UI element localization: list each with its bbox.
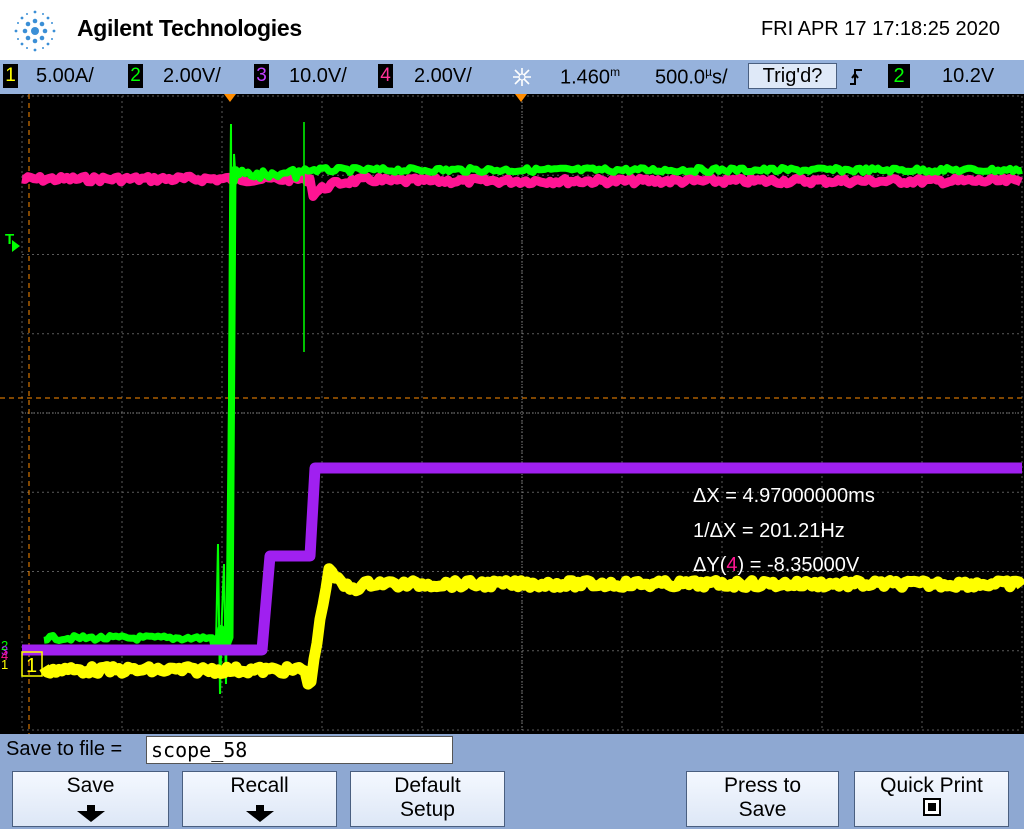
channel-2-badge[interactable]: 2 <box>128 64 143 88</box>
timebase-value: 500.0µs/ <box>655 65 728 89</box>
brand-name: Agilent Technologies <box>77 15 302 41</box>
default-setup-line2: Setup <box>400 798 455 821</box>
press-to-save-line1: Press to <box>723 774 802 797</box>
delta-y-readout: ΔY(4) = -8.35000V <box>693 554 860 576</box>
filename-field[interactable]: scope_58 <box>146 736 453 764</box>
quick-print-button[interactable]: Quick Print <box>854 771 1009 827</box>
delta-x-readout: ΔX = 4.97000000ms <box>693 485 875 507</box>
waveform-display[interactable]: T23411 ΔX = 4.97000000ms 1/ΔX = 201.21Hz… <box>0 94 1024 734</box>
agilent-logo-icon <box>14 10 56 52</box>
channel-2-scale: 2.00V/ <box>163 65 221 87</box>
recall-button[interactable]: Recall <box>182 771 337 827</box>
delay-icon <box>513 68 531 86</box>
default-setup-line1: Default <box>394 774 461 797</box>
save-button-label: Save <box>66 774 115 797</box>
press-to-save-button[interactable]: Press to Save <box>686 771 839 827</box>
channel-3-scale: 10.0V/ <box>289 65 347 87</box>
quick-print-label: Quick Print <box>880 774 983 797</box>
trigger-status-button[interactable]: Trig'd? <box>748 63 837 89</box>
waveform-canvas: T2341 1 <box>0 94 1024 734</box>
arrow-down-icon <box>76 805 105 822</box>
trigger-source-badge[interactable]: 2 <box>888 64 910 88</box>
rising-edge-icon <box>850 69 862 85</box>
oscilloscope-display: Agilent Technologies FRI APR 17 17:18:25… <box>0 0 1024 829</box>
date-time: FRI APR 17 17:18:25 2020 <box>760 18 1000 40</box>
arrow-down-icon <box>245 805 274 822</box>
channel-1-ref-marker: 1 <box>1 657 8 672</box>
status-bar: 1 5.00A/ 2 2.00V/ 3 10.0V/ 4 2.00V/ 1.46… <box>0 60 1024 94</box>
header: Agilent Technologies FRI APR 17 17:18:25… <box>0 0 1024 60</box>
channel-4-badge[interactable]: 4 <box>378 64 393 88</box>
recall-button-label: Recall <box>230 774 289 797</box>
trigger-point-marker-icon <box>224 94 236 102</box>
press-to-save-line2: Save <box>738 798 787 821</box>
channel-1-badge[interactable]: 1 <box>3 64 18 88</box>
channel-3-badge[interactable]: 3 <box>254 64 269 88</box>
channel-4-scale: 2.00V/ <box>414 65 472 87</box>
stop-square-icon <box>922 798 941 816</box>
trigger-level: 10.2V <box>942 65 995 87</box>
softkey-panel: Save to file = scope_58 Save Recall Defa… <box>0 734 1024 829</box>
default-setup-button[interactable]: Default Setup <box>350 771 505 827</box>
delay-reference-marker-icon <box>515 94 527 102</box>
trigger-level-arrow-icon <box>12 240 20 252</box>
delay-value: 1.460m <box>560 65 621 89</box>
inverse-delta-x-readout: 1/ΔX = 201.21Hz <box>693 520 845 542</box>
save-button[interactable]: Save <box>12 771 169 827</box>
channel-1-scale: 5.00A/ <box>36 65 94 87</box>
channel-4-trace <box>20 171 1023 201</box>
channel-1-ref-label: 1 <box>26 655 37 677</box>
save-to-file-label: Save to file = <box>6 738 123 760</box>
channel-1-trace <box>39 563 1024 690</box>
